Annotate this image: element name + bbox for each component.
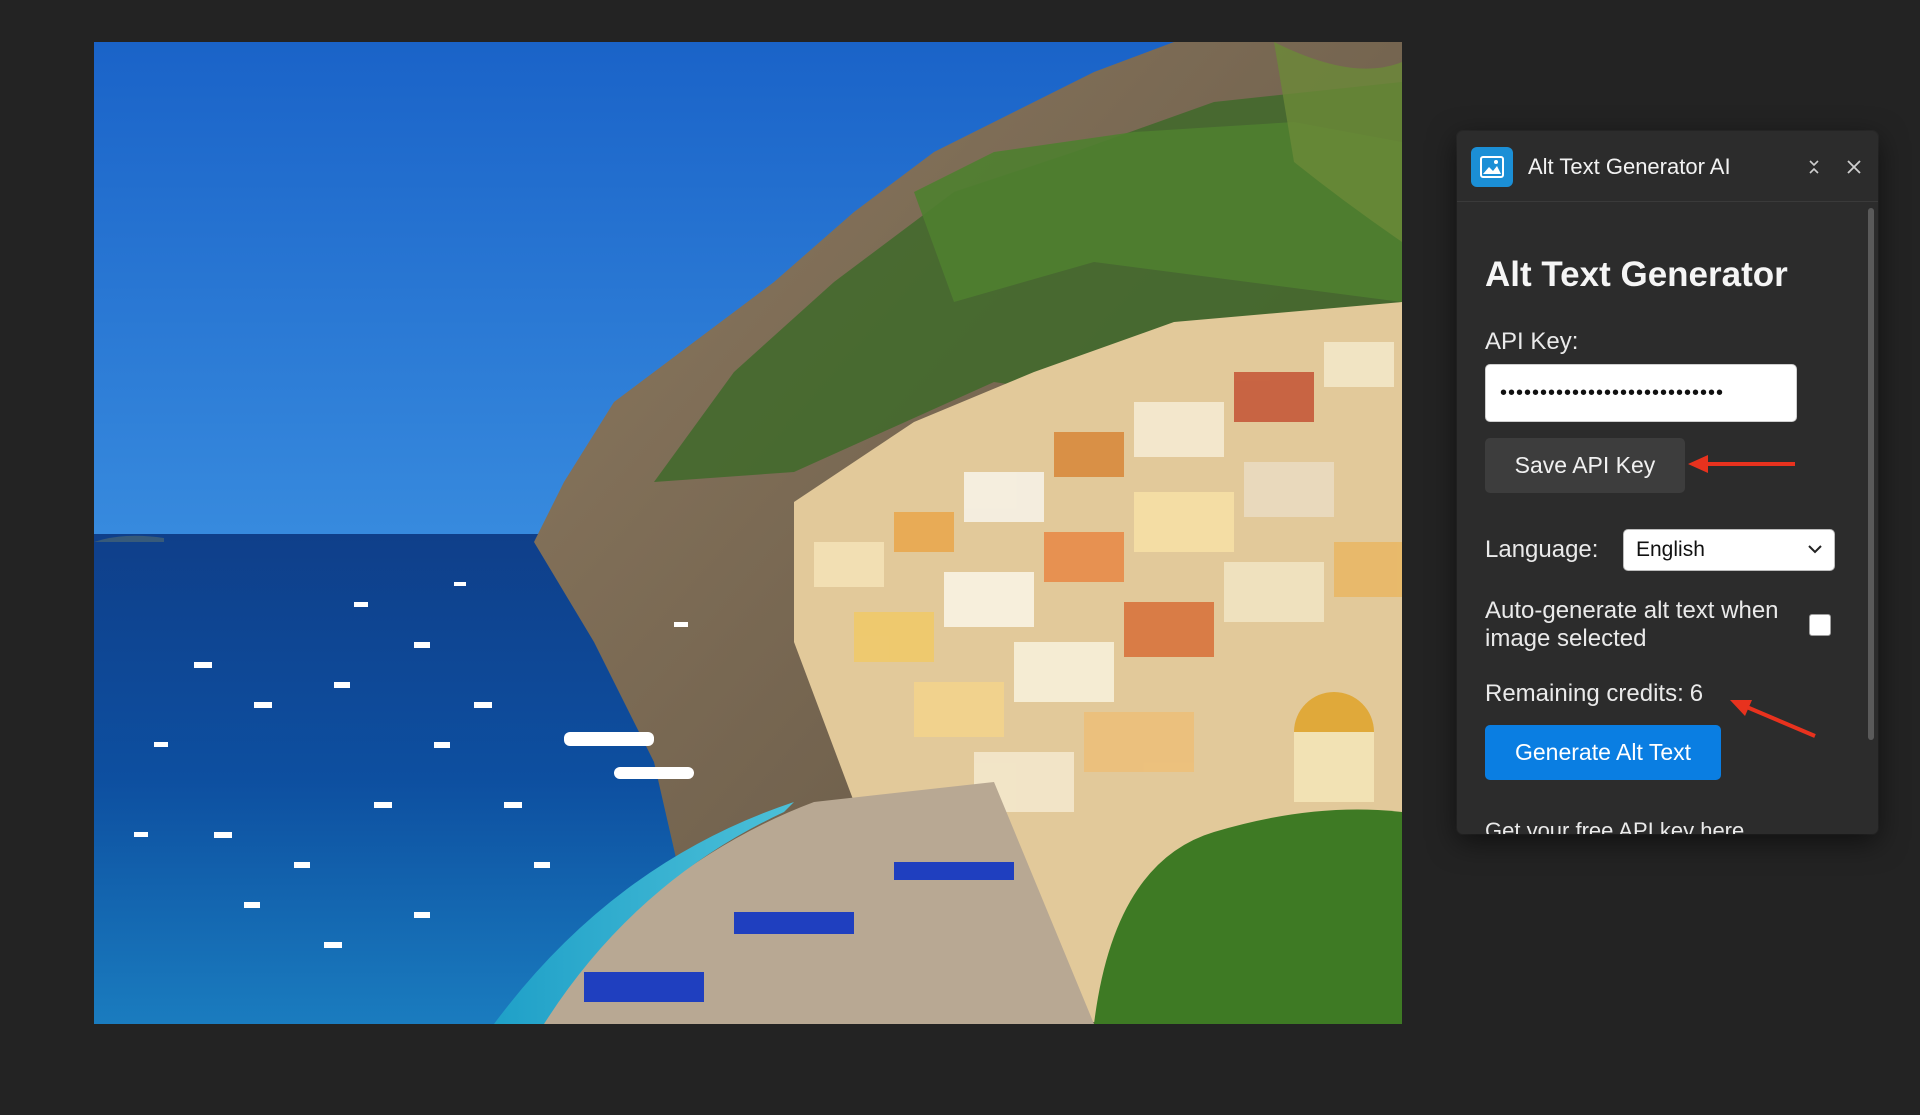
close-icon[interactable]: [1838, 151, 1870, 183]
free-api-key-link[interactable]: Get your free API key here: [1485, 818, 1744, 834]
language-selected-value: English: [1636, 538, 1705, 561]
canvas-photo: [94, 42, 1402, 1024]
api-key-input[interactable]: [1485, 364, 1797, 422]
credits-value: 6: [1689, 680, 1704, 707]
panel-header: Alt Text Generator AI: [1457, 131, 1878, 202]
scrollbar-thumb[interactable]: [1868, 208, 1874, 740]
language-label: Language:: [1485, 536, 1599, 563]
panel-title: Alt Text Generator AI: [1528, 154, 1731, 179]
main-heading: Alt Text Generator: [1485, 255, 1788, 294]
remaining-credits: Remaining credits: 6: [1485, 680, 1703, 708]
credits-label: Remaining credits:: [1485, 680, 1684, 707]
chevron-down-icon: [1808, 541, 1822, 559]
auto-generate-checkbox[interactable]: [1809, 614, 1831, 636]
generate-alt-text-button[interactable]: Generate Alt Text: [1485, 725, 1721, 780]
language-select[interactable]: English: [1623, 529, 1835, 571]
auto-generate-label: Auto-generate alt text when image select…: [1485, 597, 1779, 652]
alt-text-plugin-panel: Alt Text Generator AI Alt Text Generator…: [1457, 131, 1878, 834]
scrollbar[interactable]: [1864, 202, 1878, 834]
image-icon: [1471, 147, 1513, 187]
panel-body: Alt Text Generator API Key: Save API Key…: [1457, 202, 1878, 834]
api-key-label: API Key:: [1485, 328, 1579, 355]
collapse-arrows-icon[interactable]: [1798, 151, 1830, 183]
save-api-key-button[interactable]: Save API Key: [1485, 438, 1685, 493]
